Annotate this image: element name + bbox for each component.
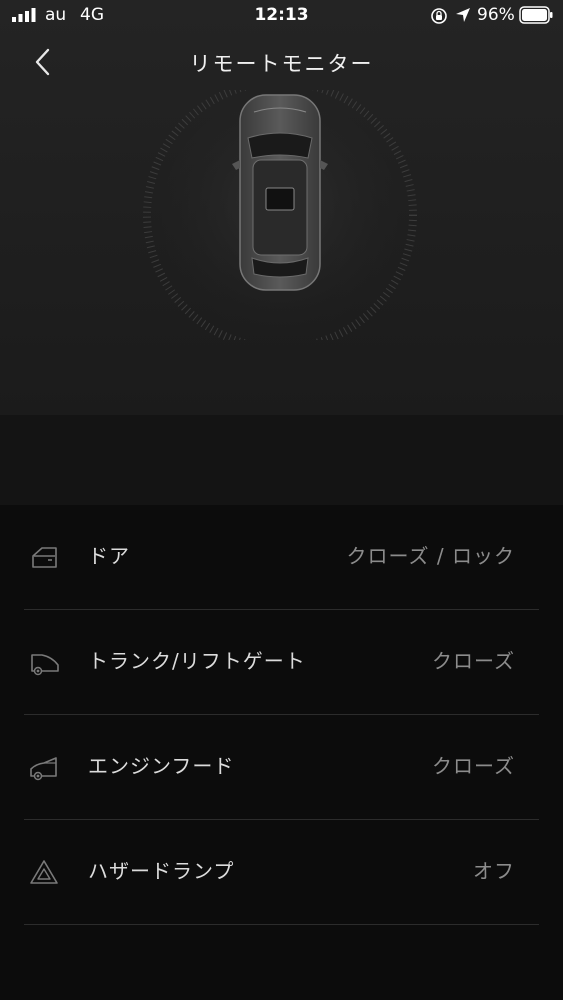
status-bar: au 4G 12:13 96% (0, 0, 563, 32)
battery-percentage: 96% (477, 5, 515, 25)
status-row-door: ドア クローズ / ロック (24, 505, 539, 610)
hood-icon (30, 757, 57, 781)
vehicle-top-view-image (143, 90, 417, 340)
door-icon (32, 547, 57, 568)
hazard-icon (30, 860, 58, 884)
battery-icon (519, 6, 553, 24)
location-arrow-icon (456, 8, 470, 22)
hood-status-value: クローズ (432, 754, 515, 778)
status-row-hazard: ハザードランプ オフ (24, 820, 539, 925)
hazard-status-value: オフ (473, 859, 515, 883)
trunk-status-value: クローズ (432, 649, 515, 673)
rotation-lock-icon (431, 8, 447, 24)
trunk-label: トランク/リフトゲート (88, 649, 306, 673)
status-row-trunk: トランク/リフトゲート クローズ (24, 610, 539, 715)
door-status-value: クローズ / ロック (346, 544, 515, 568)
hood-label: エンジンフード (88, 754, 235, 778)
status-row-hood: エンジンフード クローズ (24, 715, 539, 820)
trunk-icon (31, 654, 59, 676)
hazard-label: ハザードランプ (88, 859, 235, 883)
section-spacer (0, 415, 563, 505)
page-title: リモートモニター (189, 52, 374, 76)
door-label: ドア (88, 544, 130, 568)
